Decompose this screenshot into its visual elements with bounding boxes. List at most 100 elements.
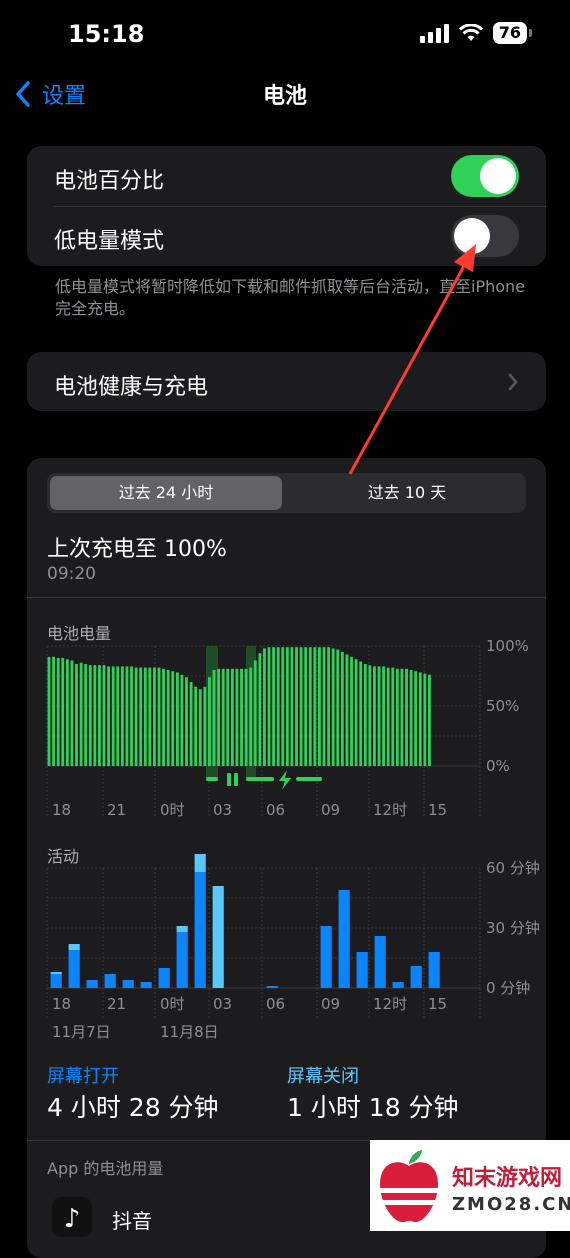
battery-bar bbox=[93, 665, 97, 766]
battery-bar bbox=[249, 667, 253, 766]
watermark-sub: ZMO28.CN bbox=[452, 1194, 570, 1215]
battery-bar bbox=[400, 668, 404, 766]
activity-bar-secondary bbox=[176, 926, 188, 932]
battery-bar bbox=[377, 666, 381, 766]
battery-level-chart: 100% 50% 0% 18 21 0时 03 06 09 12时 15 bbox=[46, 637, 529, 819]
y-tick-label: 0 分钟 bbox=[486, 979, 530, 997]
battery-bar bbox=[363, 664, 367, 766]
battery-bar bbox=[423, 673, 427, 766]
y-tick-label: 60 分钟 bbox=[486, 859, 540, 877]
battery-bar bbox=[405, 668, 408, 766]
activity-bar bbox=[320, 926, 332, 988]
charging-indicator bbox=[246, 777, 274, 781]
battery-bar bbox=[52, 656, 56, 766]
x-tick-label: 06 bbox=[266, 801, 285, 819]
x-tick-label: 09 bbox=[321, 995, 340, 1013]
battery-bar bbox=[281, 647, 285, 766]
battery-bar bbox=[180, 674, 184, 766]
battery-bar bbox=[258, 653, 262, 766]
charging-indicator bbox=[206, 777, 218, 781]
y-tick-label: 0% bbox=[486, 757, 510, 775]
battery-bar bbox=[308, 647, 312, 766]
x-tick-label: 0时 bbox=[160, 801, 185, 819]
battery-bar bbox=[336, 649, 340, 766]
watermark: 知末游戏网 ZMO28.CN bbox=[370, 1140, 570, 1231]
x-tick-label: 06 bbox=[266, 995, 285, 1013]
battery-bar bbox=[88, 665, 92, 766]
activity-bar-secondary bbox=[68, 944, 80, 950]
battery-bar bbox=[382, 666, 386, 766]
activity-bar bbox=[86, 980, 98, 988]
battery-bar bbox=[345, 654, 349, 766]
battery-bar bbox=[111, 666, 115, 766]
douyin-app-icon: ♪ bbox=[52, 1197, 92, 1237]
activity-bar bbox=[428, 952, 440, 988]
battery-bar bbox=[208, 677, 211, 766]
activity-bar bbox=[50, 974, 62, 988]
activity-bar bbox=[140, 982, 152, 988]
battery-bar bbox=[98, 665, 101, 766]
activity-chart: 60 分钟 30 分钟 0 分钟 18 21 0时 03 06 09 12时 15 11月7日 11月8… bbox=[46, 854, 540, 1041]
x-tick-label: 15 bbox=[428, 995, 447, 1013]
charging-indicator bbox=[296, 777, 322, 781]
battery-bar bbox=[267, 647, 271, 766]
svg-text:♪: ♪ bbox=[64, 1204, 81, 1234]
x-tick-label: 03 bbox=[213, 995, 232, 1013]
app-usage-header: App 的电池用量 bbox=[47, 1159, 164, 1178]
battery-bar bbox=[235, 668, 239, 766]
annotation-arrow bbox=[348, 244, 476, 475]
date-label: 11月8日 bbox=[160, 1023, 219, 1041]
battery-bar bbox=[65, 659, 69, 766]
battery-bar bbox=[194, 686, 198, 766]
y-tick-label: 50% bbox=[486, 697, 519, 715]
bolt-icon bbox=[279, 770, 291, 790]
battery-bar bbox=[157, 667, 161, 766]
y-tick-label: 30 分钟 bbox=[486, 919, 540, 937]
x-tick-label: 12时 bbox=[373, 801, 407, 819]
battery-bar bbox=[354, 659, 358, 766]
battery-bar bbox=[139, 667, 143, 766]
y-tick-label: 100% bbox=[486, 637, 529, 655]
activity-bar bbox=[266, 986, 278, 988]
battery-bar bbox=[70, 660, 74, 766]
battery-bar bbox=[272, 647, 276, 766]
battery-bar bbox=[322, 647, 326, 766]
app-name[interactable]: 抖音 bbox=[112, 1205, 152, 1234]
battery-bar bbox=[171, 671, 175, 766]
x-tick-label: 18 bbox=[52, 995, 71, 1013]
battery-bar bbox=[276, 647, 280, 766]
activity-bar bbox=[122, 980, 134, 988]
screen-off-value: 1 小时 18 分钟 bbox=[287, 1093, 459, 1122]
watermark-apple-logo bbox=[380, 1150, 438, 1223]
activity-bar bbox=[68, 950, 80, 988]
activity-bar bbox=[194, 872, 206, 988]
battery-bar bbox=[153, 667, 156, 766]
battery-bar bbox=[61, 658, 65, 766]
battery-bar bbox=[373, 666, 376, 766]
x-tick-label: 09 bbox=[321, 801, 340, 819]
battery-bar bbox=[428, 674, 431, 766]
activity-bar bbox=[374, 936, 386, 988]
battery-bar bbox=[75, 664, 78, 766]
battery-bar bbox=[134, 667, 138, 766]
battery-bar bbox=[290, 647, 294, 766]
activity-bar bbox=[104, 974, 116, 988]
battery-bar bbox=[391, 667, 395, 766]
battery-bar bbox=[56, 658, 60, 766]
battery-bar bbox=[203, 686, 207, 766]
pause-icon bbox=[234, 773, 238, 786]
battery-bar bbox=[175, 672, 179, 766]
battery-bar bbox=[226, 668, 230, 766]
battery-bar bbox=[368, 665, 372, 766]
battery-bar bbox=[359, 661, 363, 766]
battery-bar bbox=[395, 668, 399, 766]
battery-bar bbox=[185, 677, 188, 766]
battery-bar bbox=[244, 668, 248, 766]
x-tick-label: 18 bbox=[52, 801, 71, 819]
battery-bar bbox=[409, 670, 413, 766]
battery-bar bbox=[350, 656, 353, 766]
battery-bar bbox=[212, 670, 216, 766]
battery-bar bbox=[84, 664, 88, 766]
x-tick-label: 21 bbox=[107, 801, 126, 819]
battery-bar bbox=[130, 666, 133, 766]
